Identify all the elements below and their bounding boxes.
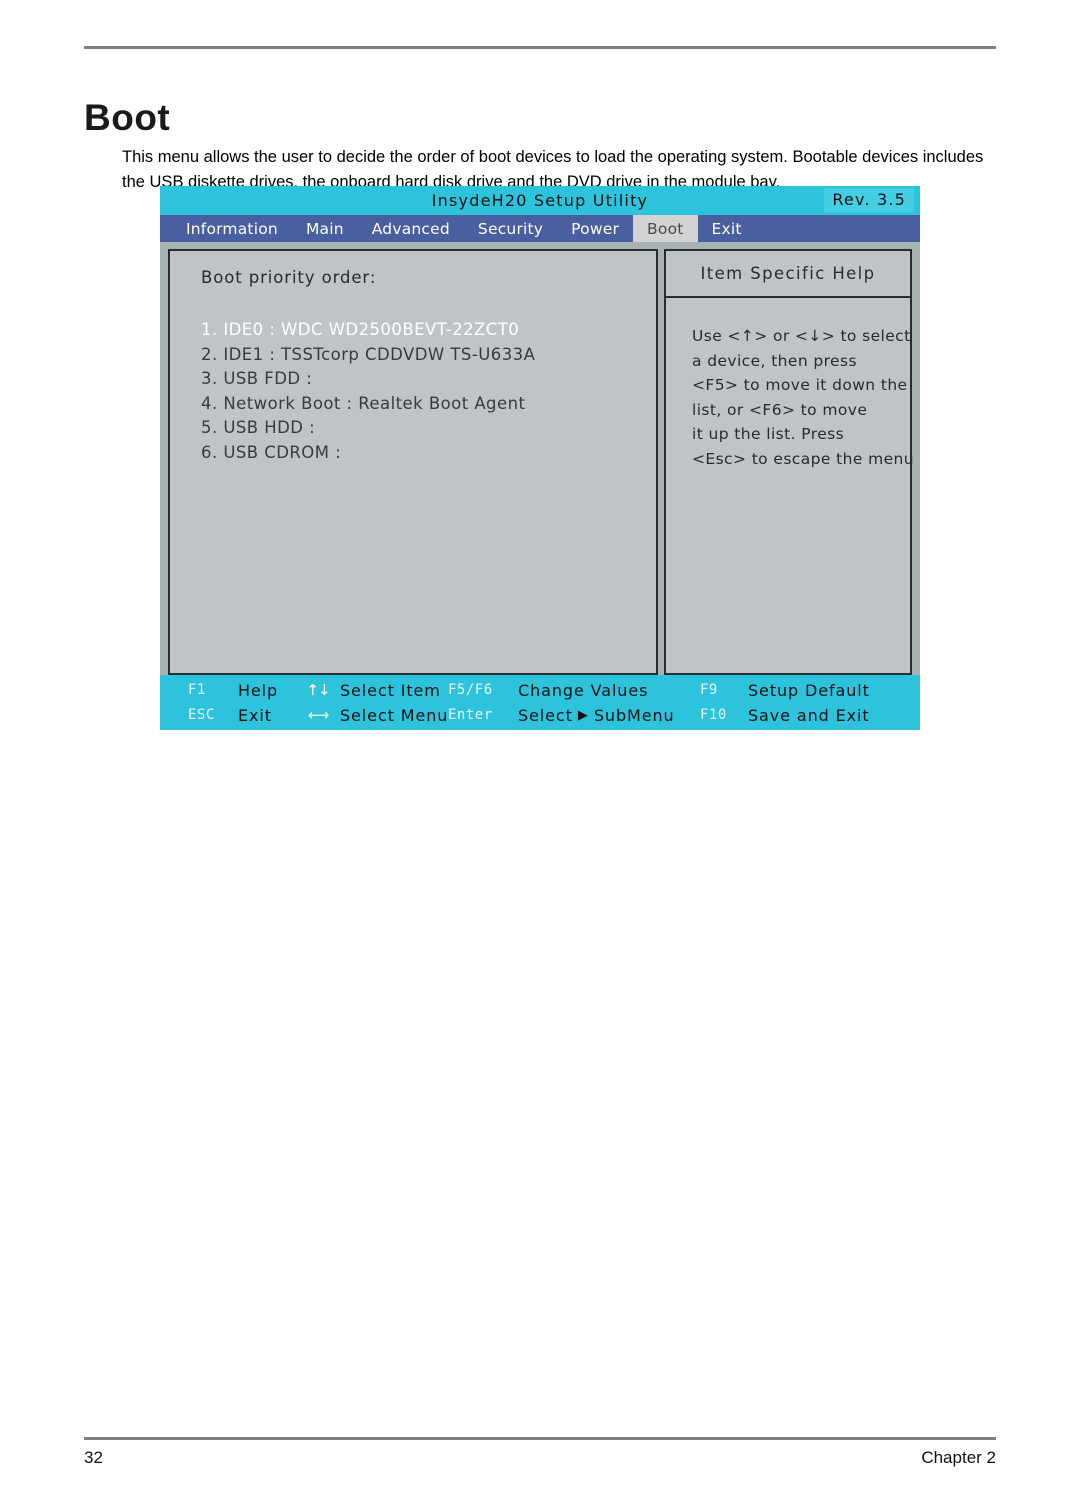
footer-page-number: 32 xyxy=(84,1448,103,1467)
up-down-arrow-icon: ↑↓ xyxy=(306,681,330,699)
submenu-word: SubMenu xyxy=(593,705,675,725)
key-f10[interactable]: F10 xyxy=(700,707,740,723)
boot-item-2[interactable]: 2. IDE1 : TSSTcorp CDDVDW TS-U633A xyxy=(201,343,656,368)
key-f5-f6[interactable]: F5/F6 xyxy=(448,682,514,698)
key-esc-action: Exit xyxy=(238,705,272,725)
key-f9[interactable]: F9 xyxy=(700,682,740,698)
page-title: Boot xyxy=(84,96,171,138)
key-f1[interactable]: F1 xyxy=(188,682,234,698)
help-line-5: it up the list. Press xyxy=(692,425,845,443)
select-menu-action: Select Menu xyxy=(340,705,449,725)
help-line-1: Use <↑> or <↓> to select xyxy=(692,327,911,345)
key-esc[interactable]: ESC xyxy=(188,707,234,723)
bios-setup-screenshot: InsydeH20 Setup Utility Rev. 3.5 Informa… xyxy=(160,186,920,730)
help-line-2: a device, then press xyxy=(692,351,857,370)
key-f1-action: Help xyxy=(238,680,279,700)
bios-body: Boot priority order: 1. IDE0 : WDC WD250… xyxy=(160,242,920,675)
tab-power[interactable]: Power xyxy=(557,215,633,242)
save-and-exit-action: Save and Exit xyxy=(748,705,870,725)
page-top-rule xyxy=(84,46,996,49)
bios-revision-badge: Rev. 3.5 xyxy=(824,188,914,212)
tab-security[interactable]: Security xyxy=(464,215,557,242)
help-panel-body: Use <↑> or <↓> to select a device, then … xyxy=(666,298,914,471)
boot-item-6[interactable]: 6. USB CDROM : xyxy=(201,441,656,466)
left-right-arrow-icon: ⟷ xyxy=(307,706,330,724)
select-item-action: Select Item xyxy=(340,680,441,700)
help-line-3: <F5> to move it down the xyxy=(692,376,908,394)
setup-default-action: Setup Default xyxy=(748,680,870,700)
tab-information[interactable]: Information xyxy=(172,215,292,242)
submenu-action-group: Select ▶ SubMenu xyxy=(518,706,675,725)
boot-item-3[interactable]: 3. USB FDD : xyxy=(201,367,656,392)
key-enter[interactable]: Enter xyxy=(448,707,514,723)
boot-item-4[interactable]: 4. Network Boot : Realtek Boot Agent xyxy=(201,392,656,417)
boot-priority-label: Boot priority order: xyxy=(201,268,377,287)
footer-chapter-label: Chapter 2 xyxy=(921,1448,996,1467)
function-key-bar: F1 Help ↑↓ Select Item F5/F6 Change Valu… xyxy=(160,675,920,730)
item-specific-help-panel: Item Specific Help Use <↑> or <↓> to sel… xyxy=(664,249,914,675)
tab-main[interactable]: Main xyxy=(292,215,358,242)
bios-utility-title: InsydeH20 Setup Utility xyxy=(431,191,649,210)
submenu-triangle-icon: ▶ xyxy=(577,707,589,723)
function-key-row-1: F1 Help ↑↓ Select Item F5/F6 Change Valu… xyxy=(160,677,920,703)
help-line-6: <Esc> to escape the menu xyxy=(692,449,914,468)
bios-title-bar: InsydeH20 Setup Utility Rev. 3.5 xyxy=(160,186,920,215)
boot-item-1[interactable]: 1. IDE0 : WDC WD2500BEVT-22ZCT0 xyxy=(201,318,656,343)
select-word: Select xyxy=(518,705,573,725)
page-bottom-rule xyxy=(84,1437,996,1440)
tab-boot[interactable]: Boot xyxy=(633,215,698,242)
tab-advanced[interactable]: Advanced xyxy=(358,215,464,242)
change-values-action: Change Values xyxy=(518,680,649,700)
boot-item-5[interactable]: 5. USB HDD : xyxy=(201,416,656,441)
help-line-4: list, or <F6> to move xyxy=(692,400,868,419)
boot-priority-panel: Boot priority order: 1. IDE0 : WDC WD250… xyxy=(168,249,658,675)
tab-exit[interactable]: Exit xyxy=(698,215,756,242)
function-key-row-2: ESC Exit ⟷ Select Menu Enter Select ▶ Su… xyxy=(160,702,920,728)
bios-menu-tabs: Information Main Advanced Security Power… xyxy=(160,215,920,242)
help-panel-title: Item Specific Help xyxy=(666,251,910,298)
